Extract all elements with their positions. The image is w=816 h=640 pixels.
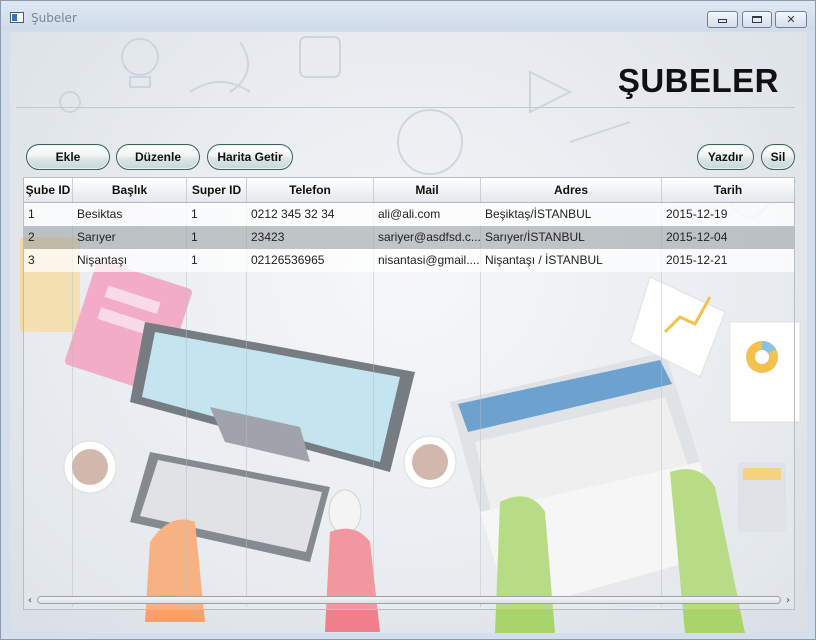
cell-sube-id: 1: [28, 207, 35, 221]
header-divider: [16, 107, 795, 108]
cell-mail: sariyer@asdfsd.c...: [378, 230, 481, 244]
branches-table[interactable]: Şube ID Başlık Super ID Telefon Mail Adr…: [23, 177, 795, 610]
cell-tarih: 2015-12-04: [666, 230, 728, 244]
minimize-button[interactable]: [707, 11, 738, 28]
column-header-telefon[interactable]: Telefon: [247, 178, 374, 202]
print-button[interactable]: Yazdır: [697, 144, 754, 170]
maximize-icon: [743, 12, 771, 27]
cell-adres: Sarıyer/İSTANBUL: [485, 230, 585, 244]
column-header-sube-id[interactable]: Şube ID: [24, 178, 73, 202]
table-row-selected[interactable]: 2 Sarıyer 1 23423 sariyer@asdfsd.c... Sa…: [24, 226, 794, 249]
table-row[interactable]: 1 Besiktas 1 0212 345 32 34 ali@ali.com …: [24, 203, 794, 226]
cell-adres: Nişantaşı / İSTANBUL: [485, 253, 603, 267]
horizontal-scrollbar[interactable]: ‹ ›: [23, 593, 795, 608]
show-map-button[interactable]: Harita Getir: [207, 144, 293, 170]
minimize-icon: [708, 12, 737, 27]
cell-adres: Beşiktaş/İSTANBUL: [485, 207, 592, 221]
table-row[interactable]: 3 Nişantaşı 1 02126536965 nisantasi@gmai…: [24, 249, 794, 272]
title-bar[interactable]: Şubeler ✕: [1, 1, 815, 31]
column-header-super-id[interactable]: Super ID: [187, 178, 247, 202]
cell-sube-id: 3: [28, 253, 35, 267]
column-header-mail[interactable]: Mail: [374, 178, 481, 202]
chevron-left-icon[interactable]: ‹: [23, 593, 37, 608]
cell-baslik: Besiktas: [77, 207, 123, 221]
cell-super-id: 1: [191, 207, 198, 221]
chevron-right-icon[interactable]: ›: [781, 593, 795, 608]
table-header: Şube ID Başlık Super ID Telefon Mail Adr…: [24, 178, 794, 203]
cell-tarih: 2015-12-21: [666, 253, 728, 267]
cell-baslik: Sarıyer: [77, 230, 116, 244]
cell-mail: nisantasi@gmail....: [378, 253, 480, 267]
scrollbar-thumb[interactable]: [37, 596, 781, 604]
column-header-adres[interactable]: Adres: [481, 178, 662, 202]
cell-sube-id: 2: [28, 230, 35, 244]
cell-super-id: 1: [191, 253, 198, 267]
maximize-button[interactable]: [742, 11, 772, 28]
add-button[interactable]: Ekle: [26, 144, 110, 170]
window-title: Şubeler: [31, 11, 77, 25]
app-window-icon: [10, 12, 24, 23]
cell-super-id: 1: [191, 230, 198, 244]
close-button[interactable]: ✕: [775, 11, 807, 28]
cell-mail: ali@ali.com: [378, 207, 441, 221]
app-window: Şubeler ✕ ŞUBELER Ekle Düzenle Harita Ge…: [0, 0, 816, 640]
column-header-tarih[interactable]: Tarih: [662, 178, 794, 202]
close-icon: ✕: [786, 13, 796, 26]
delete-button[interactable]: Sil: [761, 144, 795, 170]
page-title: ŞUBELER: [617, 62, 779, 99]
cell-tarih: 2015-12-19: [666, 207, 728, 221]
cell-baslik: Nişantaşı: [77, 253, 128, 267]
cell-telefon: 0212 345 32 34: [251, 207, 335, 221]
edit-button[interactable]: Düzenle: [116, 144, 200, 170]
column-header-baslik[interactable]: Başlık: [73, 178, 187, 202]
cell-telefon: 02126536965: [251, 253, 325, 267]
main-content: ŞUBELER Ekle Düzenle Harita Getir Yazdır…: [10, 32, 807, 633]
cell-telefon: 23423: [251, 230, 285, 244]
